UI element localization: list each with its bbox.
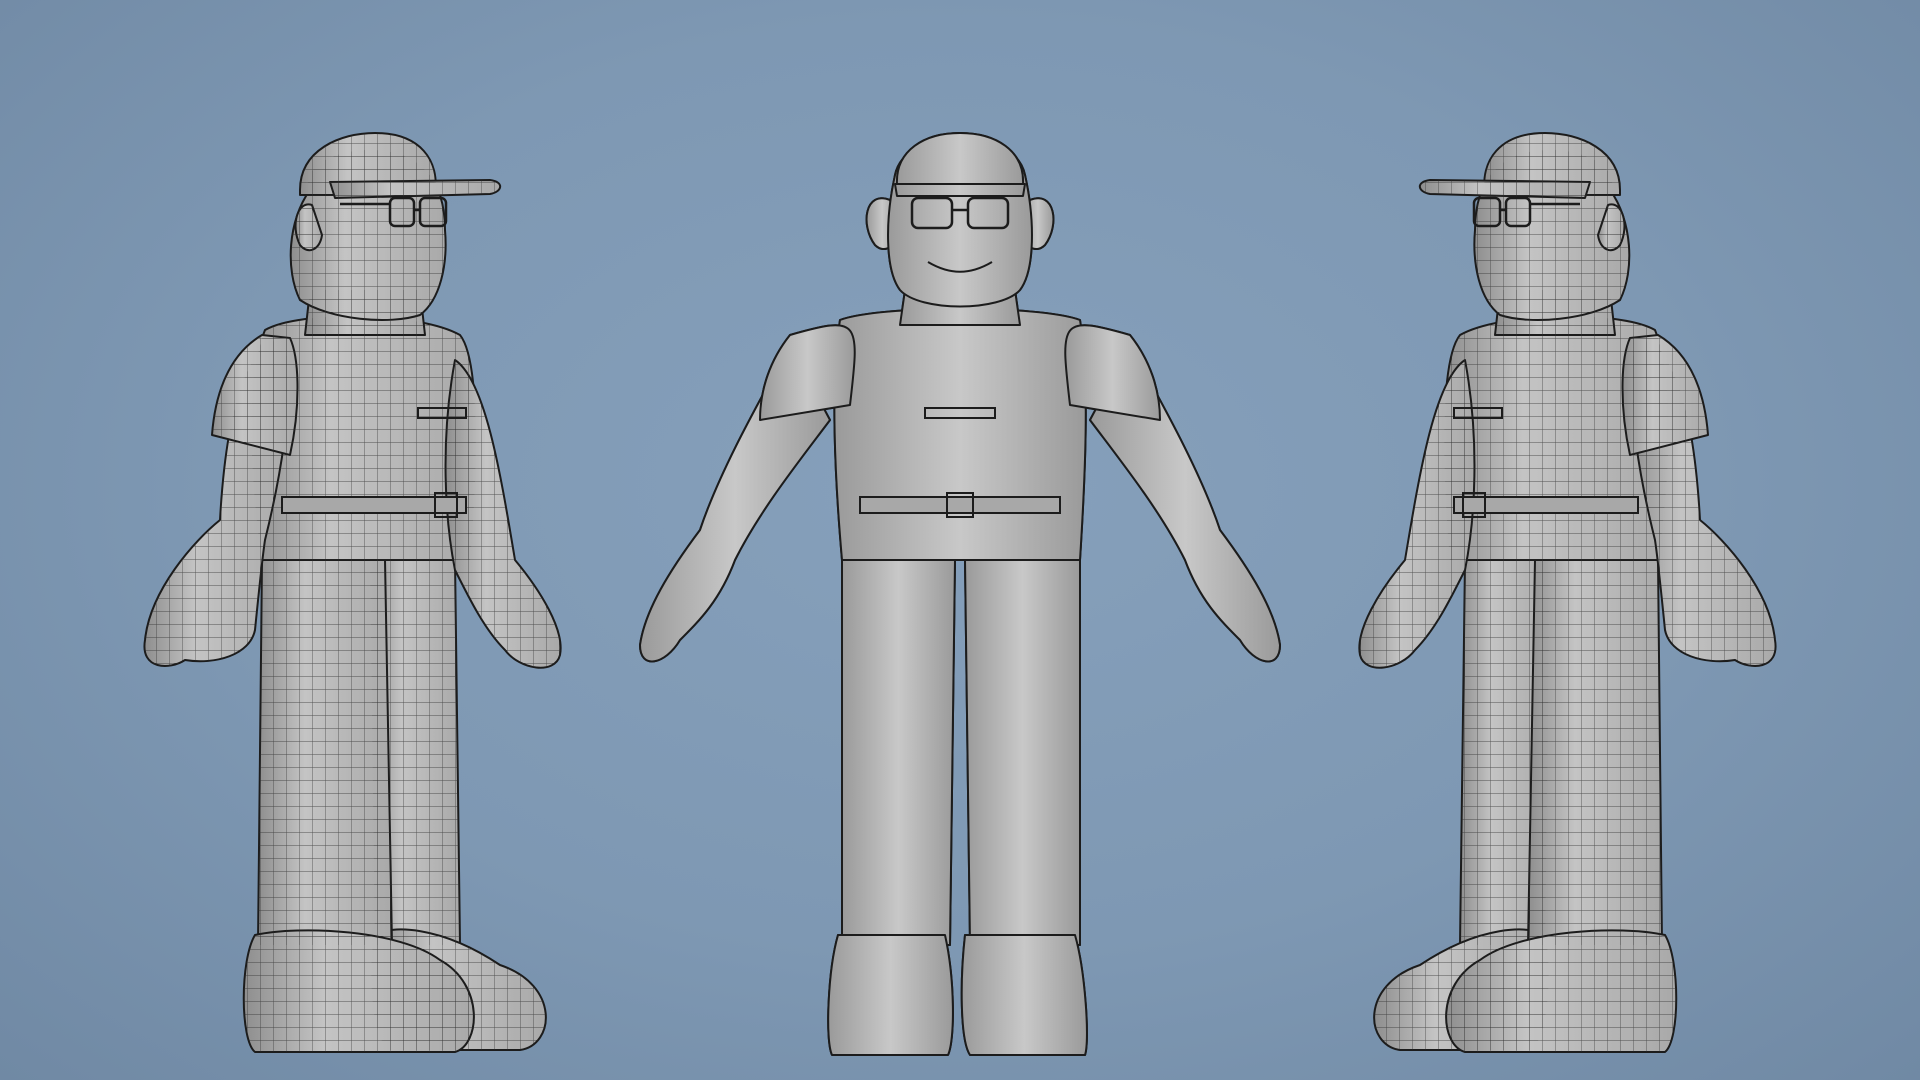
belt — [281, 492, 467, 518]
belt — [1453, 492, 1639, 518]
character-front-view — [639, 132, 1281, 1056]
character-right-view — [1358, 132, 1777, 1053]
character-left-view — [143, 132, 562, 1053]
belt — [859, 492, 1061, 518]
3d-viewport — [0, 0, 1920, 1080]
wireframe-render — [143, 132, 1777, 1056]
